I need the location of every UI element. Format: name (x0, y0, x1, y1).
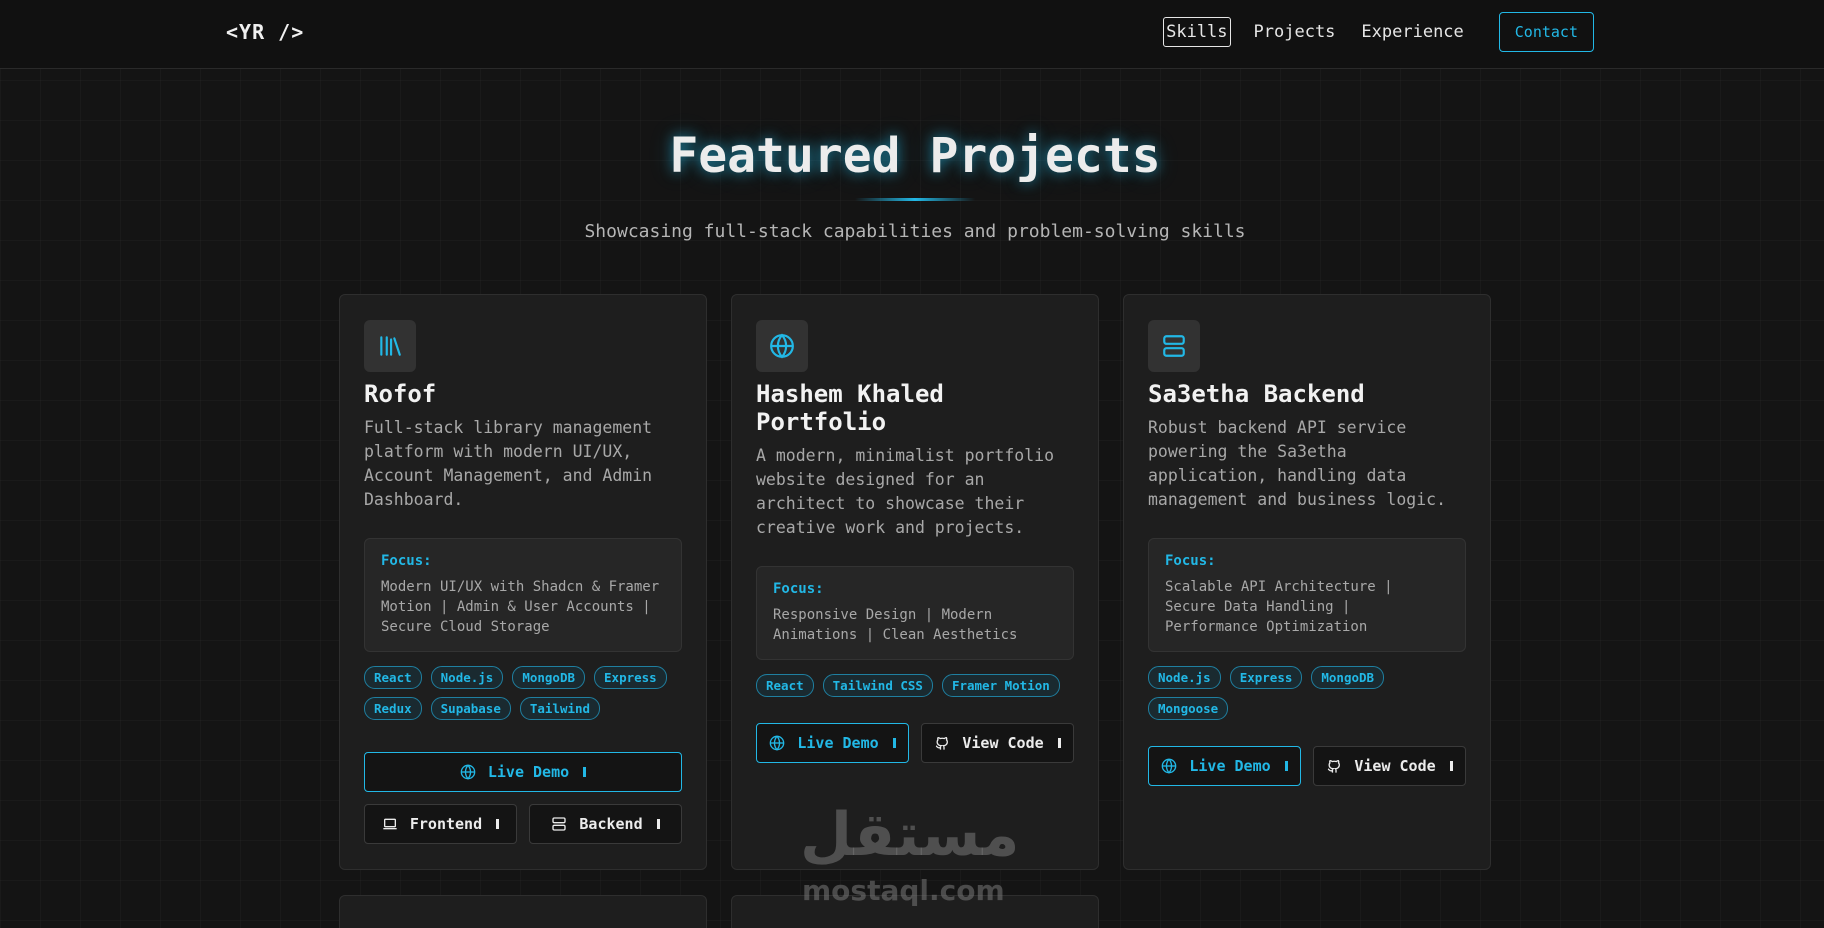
server-icon (1148, 320, 1200, 372)
section-title: Featured Projects (669, 128, 1161, 184)
focus-label: Focus: (1165, 553, 1216, 569)
focus-text: Responsive Design | Modern Animations | … (773, 607, 1018, 643)
section-subtitle: Showcasing full-stack capabilities and p… (584, 221, 1246, 242)
project-description: A modern, minimalist portfolio website d… (756, 446, 1055, 537)
focus-box: Focus: Responsive Design | Modern Animat… (756, 566, 1074, 660)
focus-label: Focus: (773, 581, 824, 597)
tech-tags: React Tailwind CSS Framer Motion (756, 674, 1074, 697)
nav-link-projects[interactable]: Projects (1251, 17, 1339, 47)
button-row: Live Demo View Code (756, 723, 1074, 763)
project-title: Sa3etha Backend (1148, 380, 1365, 408)
project-card-partial (339, 895, 707, 928)
project-title: Hashem Khaled Portfolio (756, 380, 944, 436)
laptop-icon (383, 818, 397, 830)
nav-links: Skills Projects Experience Contact (1163, 12, 1594, 52)
tag: Express (594, 666, 667, 689)
tag: React (364, 666, 422, 689)
focus-box: Focus: Modern UI/UX with Shadcn & Framer… (364, 538, 682, 652)
watermark-latin: mostaql.com (802, 874, 1005, 907)
project-description: Full-stack library management platform w… (364, 418, 653, 509)
project-description: Robust backend API service powering the … (1148, 418, 1447, 509)
server-icon (552, 817, 567, 831)
logo[interactable]: <YR /> (226, 20, 304, 44)
button-label: View Code (962, 734, 1044, 752)
project-title: Rofof (364, 380, 437, 408)
tag: Tailwind CSS (822, 674, 933, 697)
focus-box: Focus: Scalable API Architecture | Secur… (1148, 538, 1466, 652)
tech-tags: Node.js Express MongoDB Mongoose (1148, 666, 1466, 720)
tag: React (756, 674, 814, 697)
navbar: <YR /> Skills Projects Experience Contac… (0, 0, 1824, 69)
button-label: Live Demo (487, 763, 570, 781)
button-label: Frontend (409, 815, 483, 833)
tag: Mongoose (1148, 697, 1229, 720)
library-icon (364, 320, 416, 372)
contact-button[interactable]: Contact (1498, 12, 1594, 52)
tag: Node.js (430, 666, 504, 689)
view-code-button[interactable]: View Code (921, 723, 1074, 763)
tech-tags: React Node.js MongoDB Express Redux Supa… (364, 666, 682, 720)
backend-button[interactable]: Backend (529, 804, 682, 844)
globe-icon (756, 320, 808, 372)
tag: Node.js (1148, 666, 1221, 689)
tag: MongoDB (512, 666, 586, 689)
github-icon (1328, 760, 1341, 773)
button-row: Live Demo (364, 752, 682, 792)
globe-icon (460, 764, 476, 780)
live-demo-button[interactable]: Live Demo (1148, 746, 1301, 786)
globe-icon (1162, 758, 1177, 774)
tag: Framer Motion (941, 674, 1060, 697)
focus-text: Modern UI/UX with Shadcn & Framer Motion… (381, 579, 660, 635)
tag: Redux (364, 697, 422, 720)
button-label: Backend (579, 815, 643, 833)
tag: Express (1229, 666, 1303, 689)
tag: Tailwind (519, 697, 601, 720)
project-card-sa3etha: Sa3etha Backend Robust backend API servi… (1123, 294, 1491, 870)
button-row: Frontend Backend (364, 804, 682, 844)
watermark-arabic: مستقل (800, 800, 1020, 870)
project-card-rofof: Rofof Full-stack library management plat… (339, 294, 707, 870)
nav-link-experience[interactable]: Experience (1358, 17, 1466, 47)
focus-label: Focus: (381, 553, 432, 569)
title-underline (855, 198, 975, 201)
button-label: Live Demo (1189, 757, 1271, 775)
view-code-button[interactable]: View Code (1313, 746, 1466, 786)
focus-text: Scalable API Architecture | Secure Data … (1165, 579, 1393, 635)
live-demo-button[interactable]: Live Demo (364, 752, 682, 792)
button-label: Live Demo (797, 734, 879, 752)
tag: MongoDB (1311, 666, 1385, 689)
button-row: Live Demo View Code (1148, 746, 1466, 786)
nav-link-skills[interactable]: Skills (1163, 17, 1231, 47)
tag: Supabase (430, 697, 511, 720)
frontend-button[interactable]: Frontend (364, 804, 517, 844)
project-card-hashem: Hashem Khaled Portfolio A modern, minima… (731, 294, 1099, 870)
live-demo-button[interactable]: Live Demo (756, 723, 909, 763)
button-label: View Code (1354, 757, 1436, 775)
github-icon (936, 737, 949, 750)
globe-icon (770, 735, 785, 751)
